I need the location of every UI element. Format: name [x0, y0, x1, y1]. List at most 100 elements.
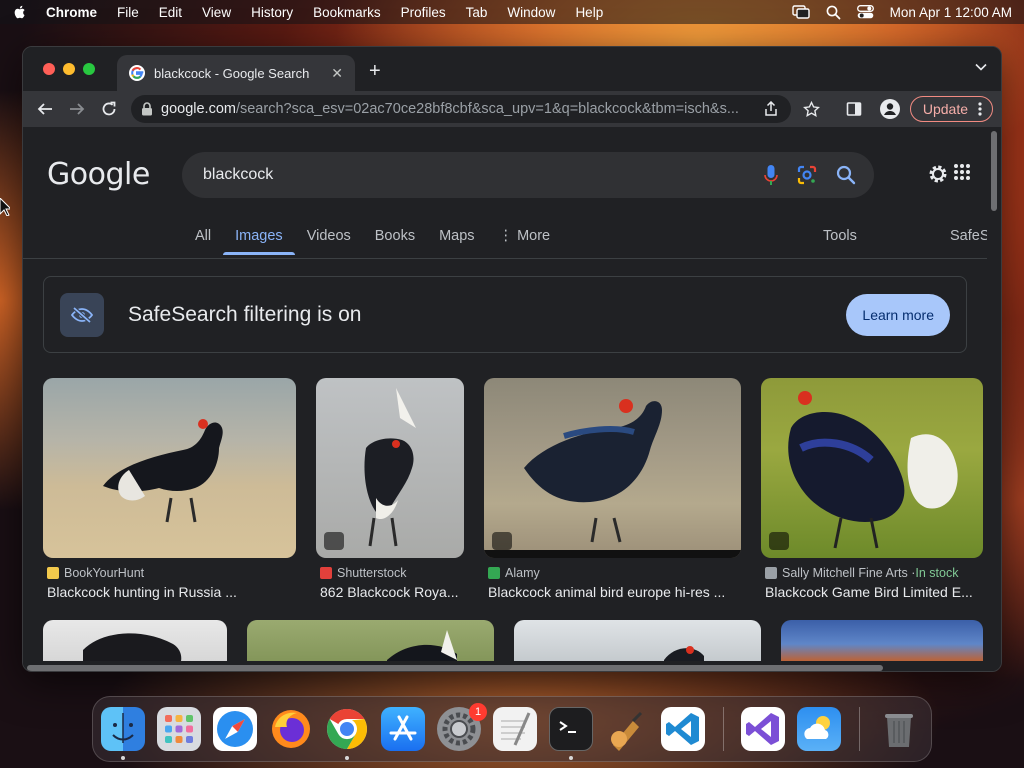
tab-videos[interactable]: Videos — [295, 222, 363, 254]
chrome-icon[interactable] — [325, 707, 369, 751]
tab-books[interactable]: Books — [363, 222, 427, 254]
result-source[interactable]: BookYourHunt — [47, 566, 144, 580]
minimize-window-button[interactable] — [63, 63, 75, 75]
result-source-name: Sally Mitchell Fine Arts · — [782, 566, 916, 580]
result-image[interactable] — [761, 378, 983, 558]
tab-close-icon[interactable]: ✕ — [331, 65, 343, 82]
url-path: /search?sca_esv=02ac70ce28bf8cbf&sca_upv… — [235, 101, 739, 117]
menu-bookmarks[interactable]: Bookmarks — [313, 5, 381, 20]
tab-all[interactable]: All — [183, 222, 223, 254]
menu-file[interactable]: File — [117, 5, 139, 20]
side-panel-icon[interactable] — [846, 101, 862, 117]
trash-icon[interactable] — [877, 707, 921, 751]
toolbar-right: Update — [763, 95, 993, 123]
spotlight-search-icon[interactable] — [826, 5, 841, 20]
result-source[interactable]: Shutterstock — [320, 566, 406, 580]
tools-button[interactable]: Tools — [823, 228, 857, 244]
update-label: Update — [922, 101, 968, 117]
result-title[interactable]: Blackcock hunting in Russia ... — [47, 584, 297, 600]
result-source-name: Alamy — [505, 566, 540, 580]
blackcock-photo — [103, 419, 223, 523]
firefox-icon[interactable] — [269, 707, 313, 751]
launchpad-icon[interactable] — [157, 707, 201, 751]
apple-menu-icon[interactable] — [12, 4, 28, 20]
search-submit-icon[interactable] — [836, 165, 856, 185]
image-badge-icon — [769, 532, 789, 550]
textedit-icon[interactable] — [493, 707, 537, 751]
tab-more-label: More — [517, 228, 551, 244]
result-image[interactable] — [43, 378, 296, 558]
tab-images[interactable]: Images — [223, 222, 295, 255]
zoom-window-button[interactable] — [83, 63, 95, 75]
menu-clock[interactable]: Mon Apr 1 12:00 AM — [890, 5, 1012, 20]
search-query[interactable]: blackcock — [203, 166, 273, 184]
update-button[interactable]: Update — [909, 96, 993, 122]
safesearch-button[interactable]: SafeS — [950, 228, 989, 244]
more-vertical-icon — [978, 102, 982, 116]
weather-icon[interactable] — [797, 707, 841, 751]
menu-tab[interactable]: Tab — [466, 5, 488, 20]
result-title[interactable]: 862 Blackcock Roya... — [320, 584, 464, 600]
horizontal-scrollbar[interactable] — [23, 661, 989, 671]
scrollbar-thumb[interactable] — [27, 665, 883, 671]
result-source[interactable]: Sally Mitchell Fine Arts · In stock — [765, 566, 958, 580]
result-image[interactable] — [316, 378, 464, 558]
browser-toolbar: google.com/search?sca_esv=02ac70ce28bf8c… — [23, 91, 1001, 127]
running-indicator — [569, 756, 573, 760]
bookmark-star-icon[interactable] — [802, 100, 820, 118]
screen-mirroring-icon[interactable] — [791, 5, 810, 19]
tab-more[interactable]: ⋮ More — [487, 222, 563, 254]
google-logo[interactable]: Google — [47, 157, 150, 192]
chrome-window: blackcock - Google Search ✕ + google.com… — [22, 46, 1002, 672]
menu-help[interactable]: Help — [575, 5, 603, 20]
share-icon[interactable] — [763, 101, 779, 117]
reload-button[interactable] — [95, 95, 123, 123]
voice-search-icon[interactable] — [764, 164, 778, 186]
menu-edit[interactable]: Edit — [159, 5, 182, 20]
menu-profiles[interactable]: Profiles — [401, 5, 446, 20]
menu-window[interactable]: Window — [507, 5, 555, 20]
site-info-icon[interactable] — [141, 102, 153, 116]
instruments-icon[interactable] — [605, 707, 649, 751]
safesearch-banner: SafeSearch filtering is on Learn more — [43, 276, 967, 353]
back-button[interactable] — [31, 95, 59, 123]
safesearch-message: SafeSearch filtering is on — [128, 302, 362, 326]
safari-icon[interactable] — [213, 707, 257, 751]
close-window-button[interactable] — [43, 63, 55, 75]
running-indicator — [345, 756, 349, 760]
result-title[interactable]: Blackcock animal bird europe hi-res ... — [488, 584, 741, 600]
visual-studio-icon[interactable] — [741, 707, 785, 751]
menu-bar: Chrome File Edit View History Bookmarks … — [0, 0, 1024, 24]
tab-active[interactable]: blackcock - Google Search ✕ — [117, 55, 355, 91]
menu-view[interactable]: View — [202, 5, 231, 20]
control-center-icon[interactable] — [856, 5, 874, 19]
google-apps-icon[interactable] — [953, 163, 971, 181]
notification-badge: 1 — [469, 703, 487, 721]
new-tab-button[interactable]: + — [369, 61, 381, 81]
vscode-icon[interactable] — [661, 707, 705, 751]
menu-history[interactable]: History — [251, 5, 293, 20]
forward-button[interactable] — [63, 95, 91, 123]
result-title[interactable]: Blackcock Game Bird Limited E... — [765, 584, 981, 600]
result-image[interactable] — [484, 378, 741, 558]
dock-separator — [859, 707, 860, 751]
app-store-icon[interactable] — [381, 707, 425, 751]
settings-gear-icon[interactable] — [927, 163, 949, 185]
learn-more-button[interactable]: Learn more — [846, 293, 950, 336]
lens-search-icon[interactable] — [796, 164, 818, 186]
tab-search-chevron-icon[interactable] — [975, 63, 987, 71]
window-controls — [43, 63, 95, 75]
tab-maps[interactable]: Maps — [427, 222, 486, 254]
profile-avatar-icon[interactable] — [879, 99, 900, 119]
address-bar[interactable]: google.com/search?sca_esv=02ac70ce28bf8c… — [131, 95, 791, 123]
tab-title: blackcock - Google Search — [154, 65, 310, 81]
finder-icon[interactable] — [101, 707, 145, 751]
vertical-scrollbar[interactable] — [987, 127, 1001, 671]
menu-app-name[interactable]: Chrome — [46, 5, 97, 20]
result-source-name: Shutterstock — [337, 566, 407, 580]
terminal-icon[interactable] — [549, 707, 593, 751]
search-box[interactable]: blackcock — [182, 152, 874, 198]
source-favicon-icon — [320, 567, 332, 579]
scrollbar-thumb[interactable] — [991, 131, 997, 211]
result-source[interactable]: Alamy — [488, 566, 540, 580]
